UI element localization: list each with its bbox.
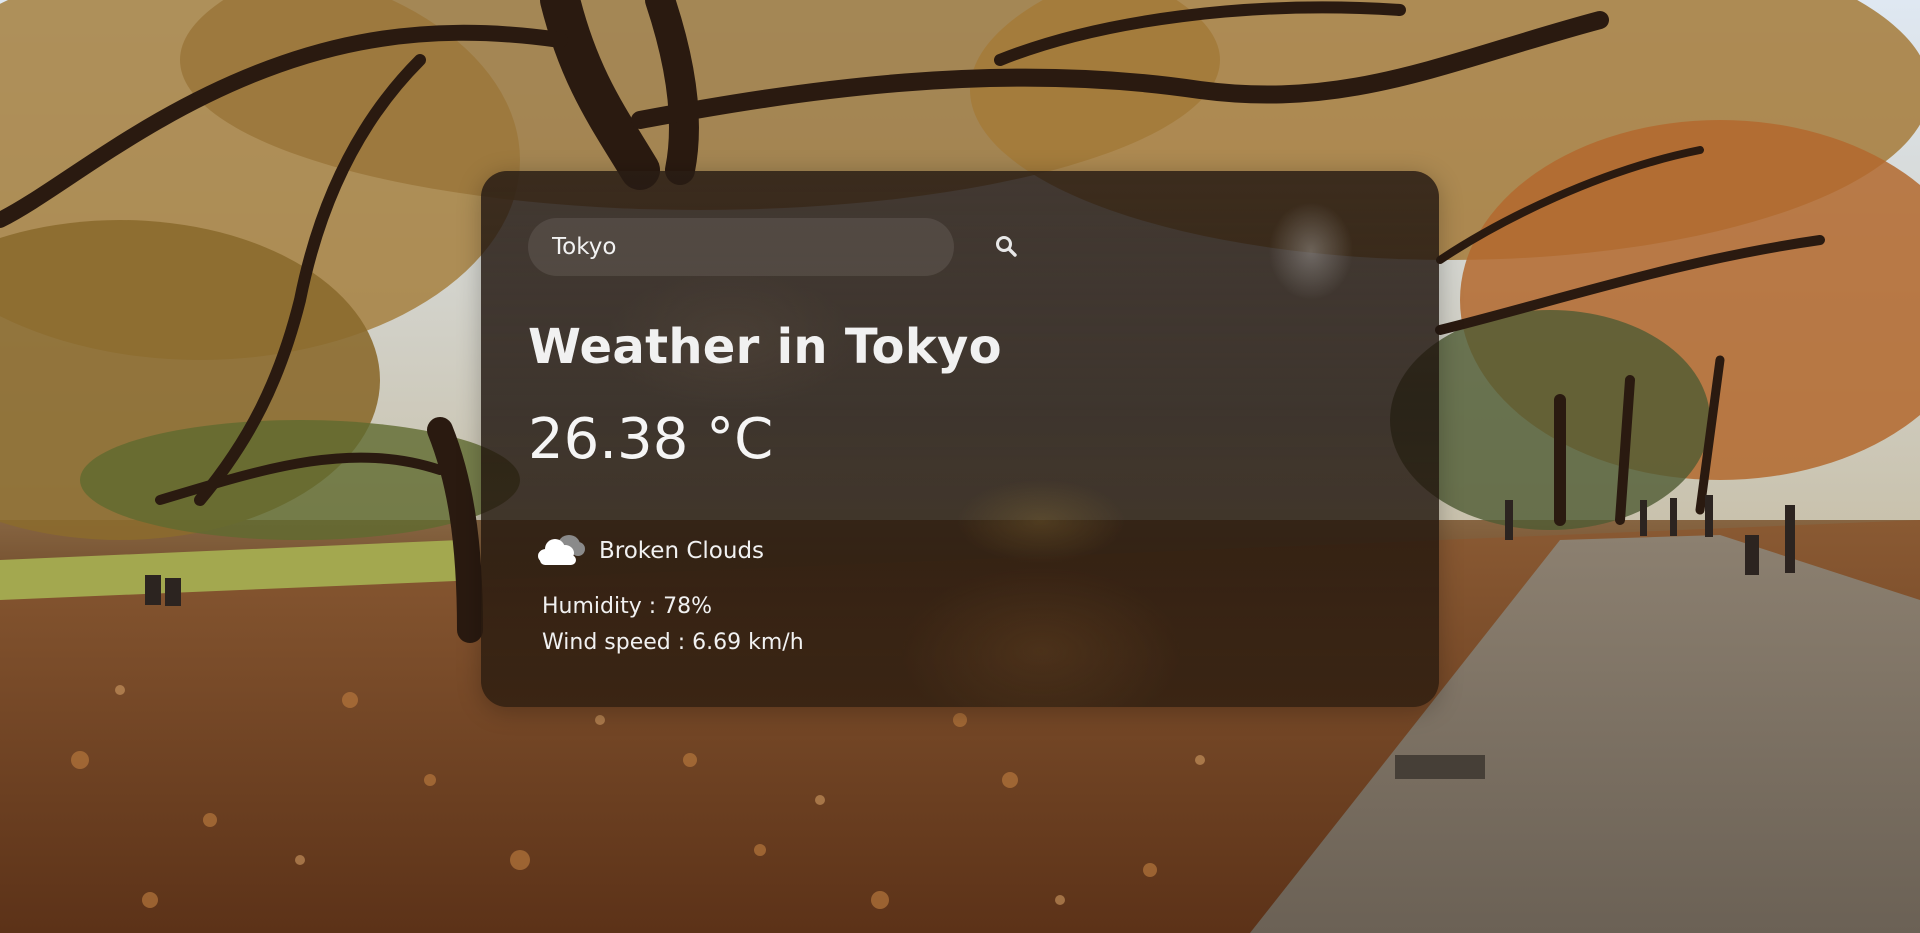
weather-description: Broken Clouds	[599, 538, 765, 564]
weather-details: Humidity : 78% Wind speed : 6.69 km/h	[542, 589, 804, 661]
temperature: 26.38 °C	[528, 407, 774, 472]
city-title: Weather in Tokyo	[528, 319, 1002, 375]
search-bar	[528, 218, 1028, 276]
weather-condition: Broken Clouds	[537, 531, 764, 571]
cloud-icon	[537, 531, 587, 571]
search-button[interactable]	[984, 225, 1028, 269]
humidity: Humidity : 78%	[542, 594, 713, 619]
wind-speed: Wind speed : 6.69 km/h	[542, 630, 804, 655]
search-input[interactable]	[528, 218, 954, 276]
search-icon	[994, 234, 1018, 261]
weather-card: Weather in Tokyo 26.38 °C Broken Clouds …	[481, 171, 1439, 707]
